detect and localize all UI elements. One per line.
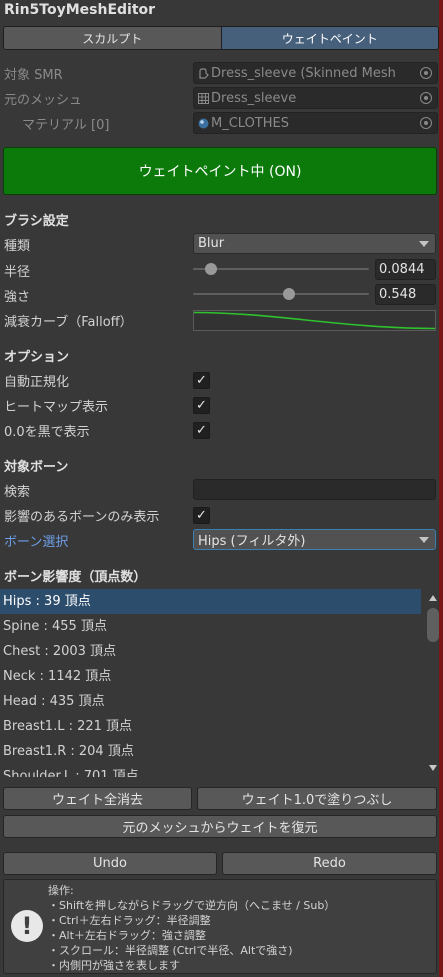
zero-black-label: 0.0を黒で表示 bbox=[4, 425, 90, 440]
radius-input[interactable]: 0.0844 bbox=[375, 259, 436, 280]
help-line: ・Ctrl＋左右ドラッグ：半径調整 bbox=[48, 914, 211, 927]
source-mesh-label: 元のメッシュ bbox=[4, 93, 83, 108]
list-item[interactable]: Head : 435 頂点 bbox=[0, 689, 425, 714]
list-scrollbar[interactable] bbox=[426, 592, 440, 774]
brush-type-dropdown[interactable]: Blur bbox=[193, 233, 436, 254]
slider-thumb[interactable] bbox=[283, 288, 296, 300]
list-item[interactable]: Chest : 2003 頂点 bbox=[0, 639, 425, 664]
falloff-curve-field[interactable] bbox=[193, 310, 436, 331]
only-affecting-label: 影響のあるボーンのみ表示 bbox=[4, 510, 160, 525]
brush-type-value: Blur bbox=[198, 236, 225, 251]
chevron-down-icon bbox=[419, 241, 429, 247]
help-box: ! 操作: ・Shiftを押しながらドラッグで逆方向（へこませ / Sub） ・… bbox=[3, 879, 437, 974]
slider-track bbox=[193, 268, 369, 270]
material-value: M_CLOTHES bbox=[211, 115, 289, 131]
bone-select-label: ボーン選択 bbox=[4, 535, 69, 550]
object-picker-icon[interactable] bbox=[420, 67, 432, 79]
scrollbar-thumb[interactable] bbox=[427, 608, 439, 642]
checkmark-icon: ✓ bbox=[196, 423, 207, 438]
checkmark-icon: ✓ bbox=[196, 508, 207, 523]
brush-section-title: ブラシ設定 bbox=[4, 214, 69, 229]
object-picker-icon[interactable] bbox=[420, 117, 432, 129]
strength-slider[interactable] bbox=[193, 284, 369, 304]
scroll-down-icon[interactable] bbox=[429, 765, 437, 771]
list-item[interactable]: Hips : 39 頂点 bbox=[0, 589, 421, 614]
target-smr-value: Dress_sleeve (Skinned Mesh bbox=[211, 65, 396, 81]
bone-select-value: Hips (フィルタ外) bbox=[198, 534, 306, 549]
tab-sculpt[interactable]: スカルプト bbox=[4, 27, 221, 49]
fill-weight-button[interactable]: ウェイト1.0で塗りつぶし bbox=[197, 787, 437, 810]
help-text: 操作: ・Shiftを押しながらドラッグで逆方向（へこませ / Sub） ・Ct… bbox=[48, 883, 335, 973]
window-edge bbox=[439, 0, 443, 977]
bone-influence-list: Hips : 39 頂点 Spine : 455 頂点 Chest : 2003… bbox=[0, 589, 425, 777]
material-field[interactable]: M_CLOTHES bbox=[193, 112, 438, 134]
bone-select-dropdown[interactable]: Hips (フィルタ外) bbox=[193, 529, 436, 550]
source-mesh-field[interactable]: Dress_sleeve bbox=[193, 87, 438, 109]
options-section-title: オプション bbox=[4, 350, 70, 365]
list-item[interactable]: Breast1.L : 221 頂点 bbox=[0, 714, 425, 739]
mesh-grid-icon bbox=[197, 92, 209, 104]
window-title: Rin5ToyMeshEditor bbox=[4, 2, 156, 18]
auto-normalize-checkbox[interactable]: ✓ bbox=[193, 372, 210, 389]
exclamation-icon: ! bbox=[11, 910, 43, 942]
chevron-down-icon bbox=[419, 537, 429, 543]
help-line: ・Alt＋左右ドラッグ：強さ調整 bbox=[48, 929, 206, 942]
skinned-mesh-icon bbox=[197, 67, 209, 79]
mode-tabbar: スカルプト ウェイトペイント bbox=[3, 26, 439, 50]
list-item[interactable]: Neck : 1142 頂点 bbox=[0, 664, 425, 689]
falloff-label: 減衰カーブ（Falloff） bbox=[4, 315, 133, 330]
heatmap-checkbox[interactable]: ✓ bbox=[193, 397, 210, 414]
target-smr-label: 対象 SMR bbox=[4, 68, 63, 83]
falloff-curve bbox=[193, 311, 436, 330]
bone-search-input[interactable] bbox=[193, 479, 436, 500]
material-sphere-icon bbox=[197, 117, 209, 129]
help-line: ・Shiftを押しながらドラッグで逆方向（へこませ / Sub） bbox=[48, 899, 336, 912]
source-mesh-value: Dress_sleeve bbox=[211, 90, 297, 106]
clear-all-weights-button[interactable]: ウェイト全消去 bbox=[3, 787, 192, 810]
help-line: ・スクロール：半径調整 (Ctrlで半径、Altで強さ) bbox=[48, 944, 293, 957]
heatmap-label: ヒートマップ表示 bbox=[4, 400, 109, 415]
radius-slider[interactable] bbox=[193, 259, 369, 279]
redo-button[interactable]: Redo bbox=[222, 852, 437, 875]
help-line: ・内側円が強さを表します bbox=[48, 959, 180, 972]
list-item[interactable]: Spine : 455 頂点 bbox=[0, 614, 425, 639]
checkmark-icon: ✓ bbox=[196, 373, 207, 388]
zero-black-checkbox[interactable]: ✓ bbox=[193, 422, 210, 439]
auto-normalize-label: 自動正規化 bbox=[4, 375, 70, 390]
material-label: マテリアル [0] bbox=[22, 118, 110, 133]
only-affecting-checkbox[interactable]: ✓ bbox=[193, 507, 210, 524]
brush-type-label: 種類 bbox=[4, 239, 31, 254]
strength-input[interactable]: 0.548 bbox=[375, 284, 436, 305]
influence-section-title: ボーン影響度（頂点数） bbox=[4, 570, 147, 585]
list-item[interactable]: Shoulder.L : 701 頂点 bbox=[0, 764, 425, 777]
slider-track bbox=[193, 293, 369, 295]
checkmark-icon: ✓ bbox=[196, 398, 207, 413]
bone-search-label: 検索 bbox=[4, 485, 31, 500]
object-picker-icon[interactable] bbox=[420, 92, 432, 104]
tab-weight-paint[interactable]: ウェイトペイント bbox=[220, 27, 438, 49]
strength-label: 強さ bbox=[4, 290, 31, 305]
bones-section-title: 対象ボーン bbox=[4, 460, 69, 475]
restore-weights-button[interactable]: 元のメッシュからウェイトを復元 bbox=[3, 815, 437, 838]
list-item[interactable]: Breast1.R : 204 頂点 bbox=[0, 739, 425, 764]
undo-button[interactable]: Undo bbox=[3, 852, 217, 875]
weight-paint-toggle-button[interactable]: ウェイトペイント中 (ON) bbox=[3, 147, 437, 195]
scroll-up-icon[interactable] bbox=[429, 595, 437, 601]
help-line: 操作: bbox=[48, 884, 74, 897]
radius-label: 半径 bbox=[4, 265, 31, 280]
target-smr-field[interactable]: Dress_sleeve (Skinned Mesh bbox=[193, 62, 438, 84]
slider-thumb[interactable] bbox=[204, 263, 217, 275]
